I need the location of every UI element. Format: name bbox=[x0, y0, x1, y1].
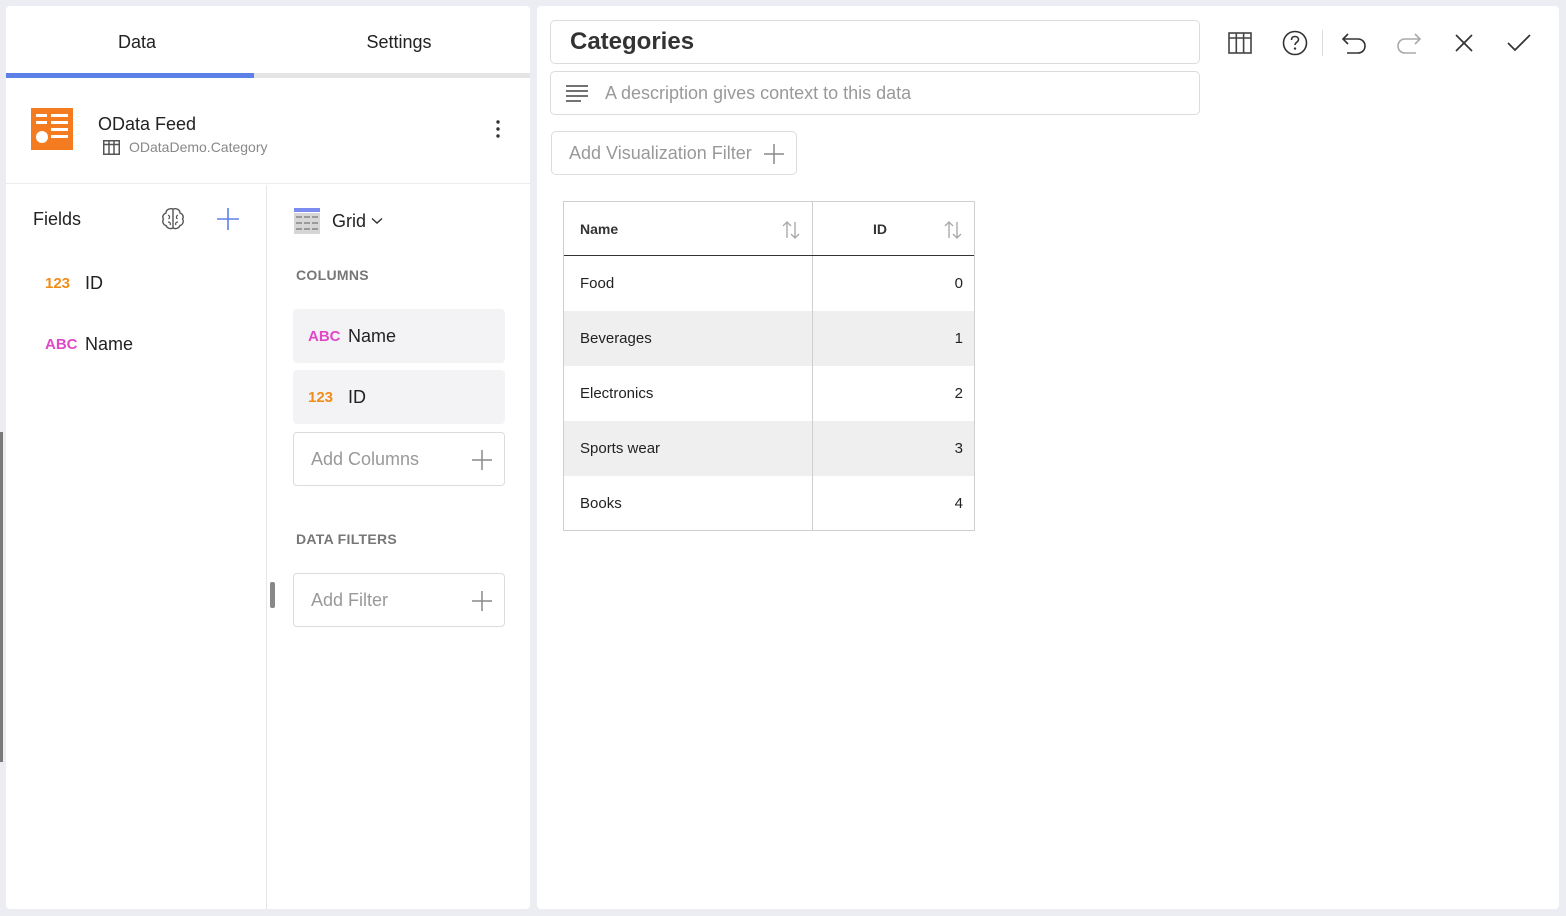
table-row[interactable]: Books 4 bbox=[564, 476, 974, 531]
kebab-icon bbox=[496, 120, 500, 138]
cell-id: 1 bbox=[954, 330, 963, 347]
add-visualization-filter-button[interactable]: Add Visualization Filter bbox=[551, 131, 797, 175]
cell-name: Food bbox=[564, 256, 813, 311]
redo-icon bbox=[1397, 33, 1422, 54]
data-source-table: ODataDemo.Category bbox=[103, 139, 268, 155]
grid-chart-icon bbox=[294, 208, 320, 234]
table-icon bbox=[103, 139, 120, 155]
sort-icon[interactable] bbox=[781, 219, 801, 241]
cell-id: 2 bbox=[954, 385, 963, 402]
header-label: ID bbox=[873, 220, 887, 237]
description-input[interactable]: A description gives context to this data bbox=[550, 71, 1200, 115]
undo-button[interactable] bbox=[1339, 28, 1369, 58]
table-row[interactable]: Sports wear 3 bbox=[564, 421, 974, 476]
table-row[interactable]: Food 0 bbox=[564, 256, 974, 311]
tab-bar: Data Settings bbox=[6, 6, 530, 78]
cell-id: 3 bbox=[954, 440, 963, 457]
fields-list-panel: Fields 123 ID ABC Name bbox=[6, 185, 267, 909]
check-icon bbox=[1507, 34, 1531, 52]
data-source-subtitle: ODataDemo.Category bbox=[129, 139, 268, 155]
visualization-type-dropdown[interactable]: Grid bbox=[294, 205, 383, 237]
add-columns-label: Add Columns bbox=[311, 448, 420, 469]
field-item-name[interactable]: ABC Name bbox=[45, 329, 133, 359]
cell-name: Electronics bbox=[564, 366, 813, 421]
tab-settings[interactable]: Settings bbox=[268, 6, 530, 78]
more-options-button[interactable] bbox=[488, 116, 508, 142]
add-columns-button[interactable]: Add Columns bbox=[293, 432, 505, 486]
number-type-icon: 123 bbox=[45, 274, 71, 292]
text-type-icon: ABC bbox=[308, 327, 341, 345]
cell-id: 4 bbox=[954, 495, 963, 512]
column-item-id[interactable]: 123 ID bbox=[293, 370, 505, 424]
redo-button[interactable] bbox=[1394, 28, 1424, 58]
field-item-id[interactable]: 123 ID bbox=[45, 268, 103, 298]
visualization-type-label: Grid bbox=[332, 210, 367, 231]
sort-icon[interactable] bbox=[943, 219, 963, 241]
columns-section-label: COLUMNS bbox=[296, 267, 369, 283]
plus-icon bbox=[472, 450, 492, 470]
table-row[interactable]: Beverages 1 bbox=[564, 311, 974, 366]
visualization-title-input[interactable]: Categories bbox=[550, 20, 1200, 64]
field-label: ID bbox=[85, 272, 103, 293]
fields-title: Fields bbox=[33, 209, 82, 229]
column-item-name[interactable]: ABC Name bbox=[293, 309, 505, 363]
field-label: Name bbox=[85, 333, 134, 354]
data-editor-panel: Data Settings OData Feed ODataDemo.Categ… bbox=[6, 6, 530, 909]
add-filter-label: Add Filter bbox=[311, 589, 389, 610]
visualization-config-panel: Grid COLUMNS ABC Name 123 ID Add Columns… bbox=[268, 185, 530, 909]
tab-data[interactable]: Data bbox=[6, 6, 268, 78]
number-type-icon: 123 bbox=[308, 388, 334, 406]
column-label: ID bbox=[348, 386, 366, 407]
add-field-plus-icon[interactable] bbox=[214, 205, 242, 233]
odata-feed-icon bbox=[31, 108, 73, 150]
chevron-down-icon bbox=[371, 217, 383, 224]
grid-header-id[interactable]: ID bbox=[813, 202, 974, 255]
brain-icon[interactable] bbox=[159, 205, 187, 233]
cell-name: Sports wear bbox=[564, 421, 813, 476]
data-grid: Name ID Food 0 Beverages 1 Electronics 2… bbox=[563, 201, 975, 531]
cell-id: 0 bbox=[954, 275, 963, 292]
close-button[interactable] bbox=[1449, 28, 1479, 58]
grid-header-name[interactable]: Name bbox=[564, 202, 813, 255]
description-lines-icon bbox=[566, 85, 588, 102]
add-visualization-filter-label: Add Visualization Filter bbox=[569, 142, 752, 163]
close-icon bbox=[1455, 34, 1473, 52]
columns-table-icon bbox=[1228, 32, 1252, 54]
grid-header-row: Name ID bbox=[564, 202, 974, 256]
data-table-button[interactable] bbox=[1225, 28, 1255, 58]
cell-name: Beverages bbox=[564, 311, 813, 366]
help-button[interactable] bbox=[1280, 28, 1310, 58]
header-label: Name bbox=[580, 220, 619, 237]
window-edge-scrollbar[interactable] bbox=[0, 432, 3, 762]
cell-name: Books bbox=[564, 476, 813, 531]
toolbar-separator bbox=[1322, 30, 1323, 56]
undo-icon bbox=[1341, 33, 1366, 54]
data-source-title: OData Feed bbox=[98, 114, 197, 134]
plus-icon bbox=[472, 591, 492, 611]
visualization-editor-panel: Categories A description gives context t… bbox=[537, 6, 1559, 909]
data-filters-section-label: DATA FILTERS bbox=[296, 531, 398, 547]
description-placeholder: A description gives context to this data bbox=[605, 82, 912, 103]
text-type-icon: ABC bbox=[45, 335, 78, 353]
add-filter-button[interactable]: Add Filter bbox=[293, 573, 505, 627]
column-label: Name bbox=[348, 325, 397, 346]
plus-icon bbox=[764, 144, 784, 164]
table-row[interactable]: Electronics 2 bbox=[564, 366, 974, 421]
help-icon bbox=[1282, 30, 1308, 56]
data-source-header: OData Feed ODataDemo.Category bbox=[6, 78, 530, 184]
confirm-button[interactable] bbox=[1504, 28, 1534, 58]
